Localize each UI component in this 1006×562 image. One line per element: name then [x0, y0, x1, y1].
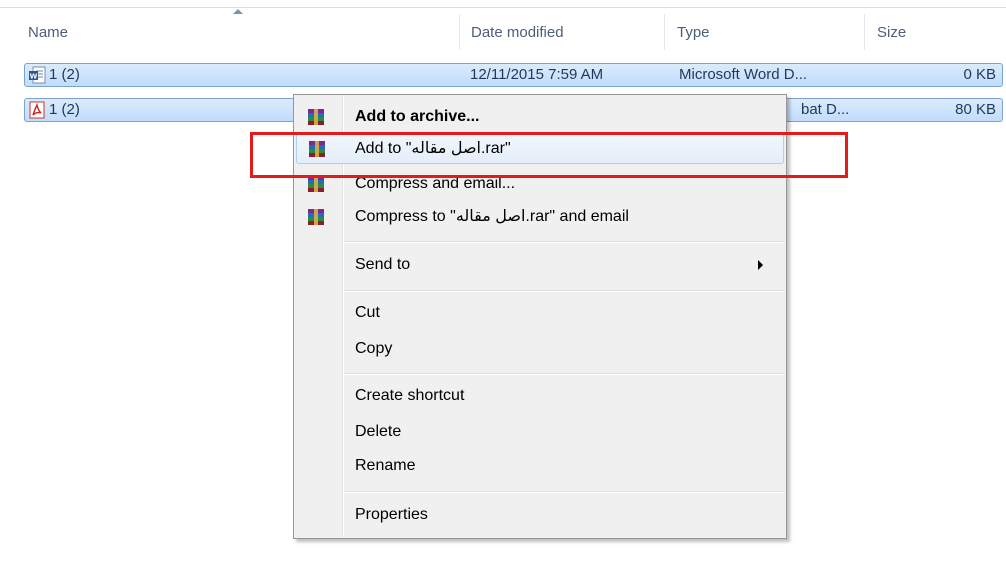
menu-item-label: Properties — [355, 506, 428, 523]
menu-item-copy[interactable]: Copy — [296, 333, 784, 365]
menu-item-label: Cut — [355, 304, 380, 321]
file-row[interactable]: W 1 (2) 12/11/2015 7:59 AM Microsoft Wor… — [24, 63, 1003, 87]
menu-item-rename[interactable]: Rename — [296, 450, 784, 482]
menu-item-send-to[interactable]: Send to — [296, 249, 784, 281]
menu-item-label: Create shortcut — [355, 387, 465, 404]
column-type-label: Type — [677, 24, 710, 41]
menu-item-add-to-archive[interactable]: Add to archive... — [296, 101, 784, 133]
menu-separator — [344, 241, 784, 243]
word-document-icon: W — [29, 66, 46, 84]
column-separator[interactable] — [459, 14, 460, 50]
svg-text:W: W — [30, 73, 38, 81]
file-size: 80 KB — [955, 101, 996, 118]
menu-item-properties[interactable]: Properties — [296, 499, 784, 531]
file-size: 0 KB — [963, 66, 996, 83]
winrar-icon — [308, 109, 324, 125]
column-header-date[interactable]: Date modified — [471, 16, 661, 50]
file-name: 1 (2) — [49, 66, 80, 83]
menu-separator — [344, 491, 784, 493]
column-header-size[interactable]: Size — [877, 16, 997, 50]
column-size-label: Size — [877, 24, 907, 41]
column-header-type[interactable]: Type — [677, 16, 862, 50]
file-date: 12/11/2015 7:59 AM — [470, 66, 604, 83]
menu-item-create-shortcut[interactable]: Create shortcut — [296, 380, 784, 412]
menu-separator — [344, 373, 784, 375]
menu-item-label: Delete — [355, 423, 402, 440]
file-type: Microsoft Word D... — [679, 66, 808, 83]
column-header-name[interactable]: Name — [28, 16, 458, 50]
sort-ascending-icon — [233, 9, 243, 14]
menu-item-compress-to-rar-and-email[interactable]: Compress to "اصل مقاله.rar" and email — [296, 201, 784, 233]
submenu-arrow-icon — [758, 260, 763, 270]
column-separator[interactable] — [664, 14, 665, 50]
column-date-label: Date modified — [471, 24, 564, 41]
column-header-bar: Name Date modified Type Size — [0, 0, 1006, 50]
menu-item-label: Compress to "اصل مقاله.rar" and email — [355, 208, 629, 225]
menu-item-label: Rename — [355, 457, 416, 474]
winrar-icon — [308, 209, 324, 225]
header-divider — [0, 7, 1006, 8]
menu-item-delete[interactable]: Delete — [296, 416, 784, 448]
menu-item-label: Send to — [355, 256, 411, 273]
menu-item-cut[interactable]: Cut — [296, 297, 784, 329]
menu-item-label: Add to archive... — [355, 108, 480, 125]
file-name: 1 (2) — [49, 101, 80, 118]
annotation-highlight-box — [250, 132, 848, 178]
column-name-label: Name — [28, 24, 69, 41]
column-separator[interactable] — [864, 14, 865, 50]
menu-separator — [344, 290, 784, 292]
pdf-document-icon — [29, 101, 45, 119]
menu-item-label: Copy — [355, 340, 393, 357]
file-type: bat D... — [801, 101, 850, 118]
